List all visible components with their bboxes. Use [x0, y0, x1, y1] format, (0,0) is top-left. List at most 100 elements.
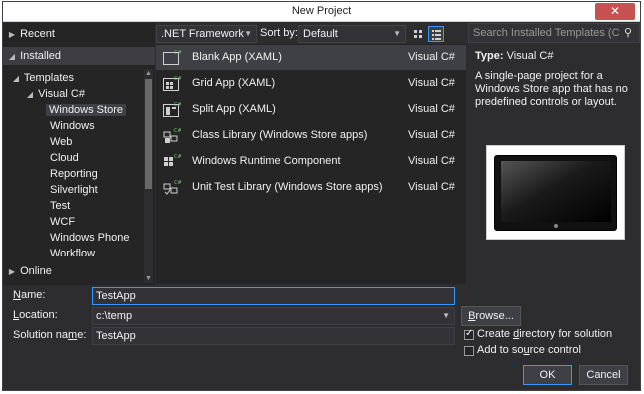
solution-name-label: Solution name: [13, 329, 87, 341]
template-language: Visual C# [408, 103, 455, 115]
tree-item-label: Test [50, 200, 71, 212]
tree-item-label: Visual C# [38, 88, 85, 100]
collapse-arrow-icon[interactable]: ◢ [7, 49, 17, 65]
expand-arrow-icon[interactable]: ▶ [7, 27, 17, 43]
solution-name-field[interactable]: TestApp [92, 327, 455, 345]
tree-item-silverlight[interactable]: Silverlight [50, 182, 98, 198]
tree-scrollbar[interactable]: ▲ ▼ [144, 69, 153, 283]
tree-item-label: Templates [23, 72, 74, 84]
tree-item-templates[interactable]: ◢ Templates [11, 70, 74, 86]
add-source-control-label[interactable]: Add to source control [477, 344, 581, 356]
tree-item-installed[interactable]: ◢ Installed [7, 48, 61, 64]
scroll-down-icon[interactable]: ▼ [144, 274, 153, 283]
tree-item-label: Online [20, 265, 52, 277]
svg-text:C#: C# [174, 102, 181, 108]
runtime-component-icon: C# [164, 154, 181, 166]
create-directory-label[interactable]: Create directory for solution [477, 328, 612, 340]
template-language: Visual C# [408, 129, 455, 141]
tree-item-workflow[interactable]: Workflow [50, 246, 95, 256]
template-row[interactable]: C# Blank App (XAML) Visual C# [156, 45, 466, 70]
browse-button[interactable]: Browse... [461, 306, 521, 326]
list-view-button[interactable] [428, 26, 444, 42]
create-directory-checkbox[interactable]: ✓ [464, 328, 474, 340]
checkmark-icon: ✓ [465, 328, 474, 339]
blank-app-icon: C# [163, 50, 181, 65]
tree-item-web[interactable]: Web [50, 134, 72, 150]
template-name: Unit Test Library (Windows Store apps) [192, 181, 383, 193]
template-description: A single-page project for a Windows Stor… [475, 70, 628, 108]
template-toolbar: .NET Framework 4.5 ▼ Sort by: Default ▼ [156, 25, 466, 56]
grid-app-icon: C# [163, 76, 181, 91]
unit-test-icon: C# [163, 180, 181, 195]
template-name: Windows Runtime Component [192, 155, 341, 167]
sort-by-label: Sort by: [260, 27, 298, 39]
type-label: Type: [475, 50, 504, 62]
location-label: Location: [13, 309, 58, 321]
location-value: c:\temp [96, 310, 133, 322]
svg-text:C#: C# [174, 180, 181, 186]
sort-value: Default [303, 28, 338, 40]
sort-dropdown[interactable]: Default ▼ [298, 25, 406, 43]
collapse-arrow-icon[interactable]: ◢ [11, 71, 21, 87]
tree-item-label: Windows Store [46, 104, 126, 116]
tree-item-recent[interactable]: ▶ Recent [7, 26, 55, 42]
title-bar: New Project ✕ [3, 2, 640, 22]
add-source-control-checkbox[interactable] [464, 346, 474, 356]
chevron-down-icon: ▼ [244, 29, 252, 38]
template-name: Grid App (XAML) [192, 77, 276, 89]
tree-item-label: Windows [50, 120, 95, 132]
template-row[interactable]: C# Unit Test Library (Windows Store apps… [156, 175, 466, 200]
svg-text:C#: C# [174, 76, 181, 82]
tree-item-windows-store[interactable]: Windows Store [46, 102, 126, 118]
template-name: Blank App (XAML) [192, 51, 282, 63]
tree-item-cloud[interactable]: Cloud [50, 150, 79, 166]
new-project-dialog: New Project ✕ ▶ Recent ◢ Installed ◢ Tem… [2, 1, 641, 391]
search-icon[interactable]: ⚲ [620, 24, 636, 42]
template-language: Visual C# [408, 51, 455, 63]
ok-button[interactable]: OK [523, 365, 572, 385]
svg-text:C#: C# [174, 154, 181, 160]
tree-item-label: Cloud [50, 152, 79, 164]
tree-item-windows[interactable]: Windows [50, 118, 95, 134]
template-row[interactable]: C# Class Library (Windows Store apps) Vi… [156, 123, 466, 148]
template-details: Type: Visual C# A single-page project fo… [475, 50, 635, 109]
name-field[interactable]: TestApp [92, 287, 455, 305]
template-row[interactable]: C# Split App (XAML) Visual C# [156, 97, 466, 122]
split-app-icon: C# [163, 102, 181, 117]
tree-item-online[interactable]: ▶ Online [7, 263, 52, 279]
tree-item-label: Silverlight [50, 184, 98, 196]
template-category-tree: ▶ Recent ◢ Installed ◢ Templates ◢ Visua… [3, 23, 155, 285]
svg-text:C#: C# [174, 50, 181, 56]
tree-item-test[interactable]: Test [50, 198, 70, 214]
template-language: Visual C# [408, 155, 455, 167]
close-button[interactable]: ✕ [595, 3, 635, 20]
tree-item-reporting[interactable]: Reporting [50, 166, 98, 182]
scrollbar-thumb[interactable] [145, 79, 152, 189]
location-field[interactable]: c:\temp ▼ [92, 307, 455, 325]
tree-item-windows-phone[interactable]: Windows Phone [50, 230, 130, 246]
tree-item-label: Reporting [50, 168, 98, 180]
tree-item-label: Web [50, 136, 73, 148]
type-value: Visual C# [506, 50, 554, 62]
small-icons-view-button[interactable] [410, 26, 426, 42]
cancel-button[interactable]: Cancel [579, 365, 628, 385]
template-row[interactable]: C# Grid App (XAML) Visual C# [156, 71, 466, 96]
tree-item-label: Windows Phone [50, 232, 130, 244]
template-language: Visual C# [408, 77, 455, 89]
name-label: Name: [13, 289, 46, 301]
chevron-down-icon[interactable]: ▼ [442, 308, 450, 324]
dialog-title: New Project [291, 5, 352, 17]
tree-item-wcf[interactable]: WCF [50, 214, 75, 230]
framework-dropdown[interactable]: .NET Framework 4.5 ▼ [156, 25, 257, 56]
search-placeholder: Search Installed Templates (Ctr [473, 27, 627, 39]
tree-item-label: Workflow [50, 248, 96, 256]
chevron-down-icon: ▼ [393, 29, 401, 38]
template-name: Class Library (Windows Store apps) [192, 129, 368, 141]
svg-text:C#: C# [174, 128, 181, 134]
search-templates-input[interactable]: Search Installed Templates (Ctr ⚲ [468, 23, 640, 43]
scroll-up-icon[interactable]: ▲ [144, 69, 153, 78]
collapse-arrow-icon[interactable]: ◢ [25, 87, 35, 103]
tree-item-visual-csharp[interactable]: ◢ Visual C# [25, 86, 85, 102]
expand-arrow-icon[interactable]: ▶ [7, 264, 17, 280]
template-row[interactable]: C# Windows Runtime Component Visual C# [156, 149, 466, 174]
